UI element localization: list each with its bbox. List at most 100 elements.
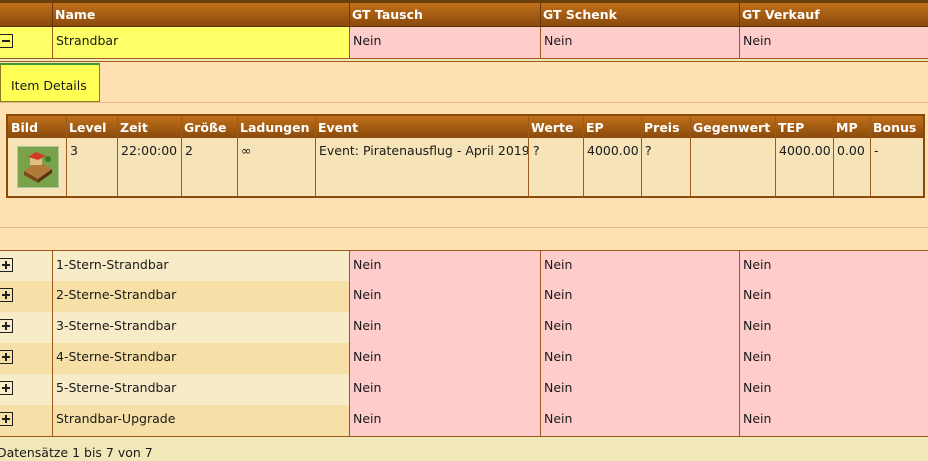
gt-verkauf-cell: Nein xyxy=(739,405,928,436)
toggle-cell xyxy=(0,312,52,343)
item-details-label: Item Details xyxy=(11,78,87,93)
gt-verkauf-value: Nein xyxy=(743,411,772,426)
detail-level: 3 xyxy=(70,143,78,158)
toggle-cell xyxy=(0,405,52,436)
detail-ladungen: ∞ xyxy=(241,143,252,158)
gt-verkauf-value: Nein xyxy=(743,349,772,364)
detail-groesse: 2 xyxy=(185,143,193,158)
column-header-gt-schenk[interactable]: GT Schenk xyxy=(543,7,617,22)
toggle-cell xyxy=(0,27,52,58)
details-col-werte: Werte xyxy=(531,120,574,135)
row-name: 2-Sterne-Strandbar xyxy=(56,287,177,302)
gt-schenk-value: Nein xyxy=(544,33,573,48)
table-row[interactable]: Strandbar-Upgrade Nein Nein Nein xyxy=(0,405,928,437)
name-cell: Strandbar-Upgrade xyxy=(52,405,349,436)
column-header-gt-tausch[interactable]: GT Tausch xyxy=(352,7,423,22)
details-col-level: Level xyxy=(69,120,107,135)
gt-tausch-value: Nein xyxy=(353,318,382,333)
header-divider xyxy=(52,3,53,26)
details-col-preis: Preis xyxy=(644,120,680,135)
divider xyxy=(0,227,928,228)
details-divider xyxy=(237,116,238,196)
gt-verkauf-value: Nein xyxy=(743,380,772,395)
name-cell: 2-Sterne-Strandbar xyxy=(52,281,349,312)
column-header-gt-verkauf[interactable]: GT Verkauf xyxy=(742,7,820,22)
details-col-bild: Bild xyxy=(11,120,39,135)
gt-verkauf-cell: Nein xyxy=(739,343,928,374)
gt-schenk-value: Nein xyxy=(544,287,573,302)
gt-schenk-cell: Nein xyxy=(540,343,739,374)
item-details-button[interactable]: Item Details xyxy=(0,63,100,102)
details-col-event: Event xyxy=(318,120,359,135)
expand-icon[interactable] xyxy=(0,319,13,333)
expand-icon[interactable] xyxy=(0,412,13,426)
row-name: 4-Sterne-Strandbar xyxy=(56,349,177,364)
name-cell: 5-Sterne-Strandbar xyxy=(52,374,349,405)
details-divider xyxy=(315,116,316,196)
detail-bonus: - xyxy=(874,143,879,158)
gt-schenk-value: Nein xyxy=(544,318,573,333)
gt-verkauf-cell: Nein xyxy=(739,251,928,282)
row-name: 5-Sterne-Strandbar xyxy=(56,380,177,395)
item-detail-panel: Item Details Bild Level Zeit Größe Ladun… xyxy=(0,61,928,250)
gt-verkauf-cell: Nein xyxy=(739,281,928,312)
gt-tausch-cell: Nein xyxy=(349,281,540,312)
details-divider xyxy=(117,116,118,196)
details-divider xyxy=(775,116,776,196)
gt-verkauf-value: Nein xyxy=(743,33,772,48)
gt-schenk-value: Nein xyxy=(544,257,573,272)
details-divider xyxy=(833,116,834,196)
row-name: Strandbar-Upgrade xyxy=(56,411,176,426)
detail-preis: ? xyxy=(645,143,652,158)
expand-icon[interactable] xyxy=(0,258,13,272)
details-header: Bild Level Zeit Größe Ladungen Event Wer… xyxy=(8,116,923,138)
gt-tausch-cell: Nein xyxy=(349,343,540,374)
gt-schenk-cell: Nein xyxy=(540,405,739,436)
gt-verkauf-cell: Nein xyxy=(739,27,928,58)
gt-verkauf-value: Nein xyxy=(743,318,772,333)
table-row[interactable]: 3-Sterne-Strandbar Nein Nein Nein xyxy=(0,312,928,344)
row-name: 1-Stern-Strandbar xyxy=(56,257,169,272)
detail-mp: 0.00 xyxy=(837,143,865,158)
collapse-icon[interactable] xyxy=(0,34,13,48)
detail-event: Event: Piratenausflug - April 2019 xyxy=(319,143,530,158)
expand-icon[interactable] xyxy=(0,350,13,364)
detail-ep: 4000.00 xyxy=(587,143,639,158)
header-divider xyxy=(739,3,740,26)
gt-schenk-cell: Nein xyxy=(540,281,739,312)
gt-tausch-value: Nein xyxy=(353,287,382,302)
gt-tausch-cell: Nein xyxy=(349,405,540,436)
header-divider xyxy=(349,3,350,26)
details-divider xyxy=(583,116,584,196)
record-count: Datensätze 1 bis 7 von 7 xyxy=(0,445,153,460)
expand-icon[interactable] xyxy=(0,381,13,395)
gt-schenk-value: Nein xyxy=(544,411,573,426)
toggle-cell xyxy=(0,251,52,282)
name-cell: 3-Sterne-Strandbar xyxy=(52,312,349,343)
table-row-expanded[interactable]: Strandbar Nein Nein Nein xyxy=(0,27,928,59)
gt-tausch-value: Nein xyxy=(353,380,382,395)
details-row: 3 22:00:00 2 ∞ Event: Piratenausflug - A… xyxy=(8,138,923,196)
gt-tausch-value: Nein xyxy=(353,349,382,364)
details-divider xyxy=(66,116,67,196)
row-name: Strandbar xyxy=(56,33,119,48)
details-col-mp: MP xyxy=(836,120,858,135)
gt-verkauf-value: Nein xyxy=(743,257,772,272)
gt-schenk-cell: Nein xyxy=(540,374,739,405)
expand-icon[interactable] xyxy=(0,288,13,302)
detail-tep: 4000.00 xyxy=(779,143,831,158)
gt-tausch-cell: Nein xyxy=(349,27,540,58)
toggle-cell xyxy=(0,374,52,405)
table-row[interactable]: 1-Stern-Strandbar Nein Nein Nein xyxy=(0,250,928,283)
table-header: Name GT Tausch GT Schenk GT Verkauf xyxy=(0,3,928,27)
table-row[interactable]: 4-Sterne-Strandbar Nein Nein Nein xyxy=(0,343,928,375)
item-details-table: Bild Level Zeit Größe Ladungen Event Wer… xyxy=(6,114,925,198)
table-footer: Datensätze 1 bis 7 von 7 xyxy=(0,437,928,461)
gt-verkauf-cell: Nein xyxy=(739,312,928,343)
column-header-name[interactable]: Name xyxy=(55,7,95,22)
table-row[interactable]: 2-Sterne-Strandbar Nein Nein Nein xyxy=(0,281,928,313)
details-col-tep: TEP xyxy=(778,120,805,135)
divider xyxy=(0,102,928,103)
beach-bar-icon xyxy=(17,146,59,188)
table-row[interactable]: 5-Sterne-Strandbar Nein Nein Nein xyxy=(0,374,928,406)
